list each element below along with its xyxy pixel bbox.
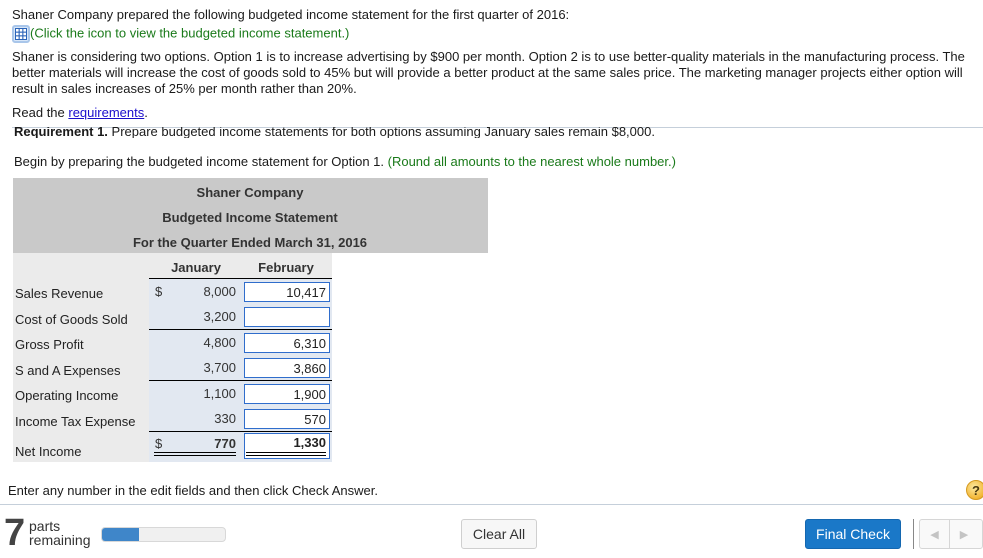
help-icon[interactable]: ? xyxy=(966,480,983,500)
previous-question-button[interactable]: ◀ xyxy=(920,520,949,548)
row-label-sales-revenue: Sales Revenue xyxy=(15,286,104,301)
requirement-text: Prepare budgeted income statements for b… xyxy=(107,127,655,138)
options-paragraph-line-2: better materials will increase the cost … xyxy=(12,65,963,80)
double-underline-bottom xyxy=(246,455,326,456)
parts-remaining-count: 7 xyxy=(4,512,26,554)
icon-hint: (Click the icon to view the budgeted inc… xyxy=(30,25,350,41)
statement-period: For the Quarter Ended March 31, 2016 xyxy=(132,235,368,250)
company-name: Shaner Company xyxy=(196,185,304,200)
header-rule xyxy=(149,278,332,279)
row-label-net-income: Net Income xyxy=(15,444,82,459)
parts-progress-fill xyxy=(102,528,139,541)
read-suffix: . xyxy=(144,105,148,120)
row-label-income-tax-expense: Income Tax Expense xyxy=(15,414,136,429)
nav-separator xyxy=(913,519,914,549)
rounding-note: (Round all amounts to the nearest whole … xyxy=(387,154,676,169)
triangle-left-icon: ◀ xyxy=(930,528,939,541)
dollar-sign: $ xyxy=(155,284,163,299)
footer-divider xyxy=(0,504,983,505)
options-paragraph-line-3: result in sales increases of 25% per mon… xyxy=(12,81,357,96)
parts-label-1: parts xyxy=(29,518,61,534)
read-requirements: Read the requirements. xyxy=(12,105,148,121)
row-label-cost-of-goods-sold: Cost of Goods Sold xyxy=(15,312,128,327)
dollar-sign: $ xyxy=(155,436,163,451)
statement-title: Budgeted Income Statement xyxy=(162,210,338,225)
parts-progress-bar xyxy=(101,527,226,542)
february-cost-of-goods-sold-input[interactable] xyxy=(244,307,330,327)
double-underline-top xyxy=(246,452,326,453)
february-sales-revenue-input[interactable] xyxy=(244,282,330,302)
table-grid-icon[interactable] xyxy=(12,25,30,43)
january-sales-revenue: 8,000 xyxy=(203,284,236,299)
january-cost-of-goods-sold: 3,200 xyxy=(203,309,236,324)
january-gross-profit: 4,800 xyxy=(203,335,236,350)
row-label-s-and-a-expenses: S and A Expenses xyxy=(15,363,121,378)
february-s-and-a-expenses-input[interactable] xyxy=(244,358,330,378)
triangle-right-icon: ▶ xyxy=(959,528,969,541)
requirement-label: Requirement 1. xyxy=(14,127,108,138)
february-income-tax-expense-input[interactable] xyxy=(244,409,330,429)
options-paragraph-line-1: Shaner is considering two options. Optio… xyxy=(12,49,965,64)
double-underline-top xyxy=(154,452,236,453)
requirements-link[interactable]: requirements xyxy=(68,105,144,120)
parts-label-2: remaining xyxy=(29,532,91,548)
double-underline-bottom xyxy=(154,455,236,456)
clear-all-button[interactable]: Clear All xyxy=(461,519,537,549)
instruction-text: Begin by preparing the budgeted income s… xyxy=(14,154,388,169)
intro-line: Shaner Company prepared the following bu… xyxy=(12,7,570,22)
january-s-and-a-expenses: 3,700 xyxy=(203,360,236,375)
statement-header: Shaner Company Budgeted Income Statement… xyxy=(13,178,488,253)
january-income-tax-expense: 330 xyxy=(214,411,236,426)
question-nav: ◀ ▶ xyxy=(919,519,983,549)
column-header-january: January xyxy=(171,260,221,275)
january-operating-income: 1,100 xyxy=(203,386,236,401)
row-label-operating-income: Operating Income xyxy=(15,388,119,403)
statement-icon-row: (Click the icon to view the budgeted inc… xyxy=(12,25,349,43)
read-prefix: Read the xyxy=(12,105,69,120)
edit-fields-hint: Enter any number in the edit fields and … xyxy=(8,483,378,498)
next-question-button[interactable]: ▶ xyxy=(949,520,978,548)
row-label-gross-profit: Gross Profit xyxy=(15,337,84,352)
january-net-income: 770 xyxy=(214,436,236,451)
instruction-line: Begin by preparing the budgeted income s… xyxy=(14,154,676,170)
requirement-line: Requirement 1. Prepare budgeted income s… xyxy=(14,127,655,138)
subtotal-rule xyxy=(149,329,332,330)
subtotal-rule xyxy=(149,380,332,381)
subtotal-rule xyxy=(149,431,332,432)
final-check-button[interactable]: Final Check xyxy=(805,519,901,549)
column-header-february: February xyxy=(258,260,314,275)
february-operating-income-input[interactable] xyxy=(244,384,330,404)
february-gross-profit-input[interactable] xyxy=(244,333,330,353)
